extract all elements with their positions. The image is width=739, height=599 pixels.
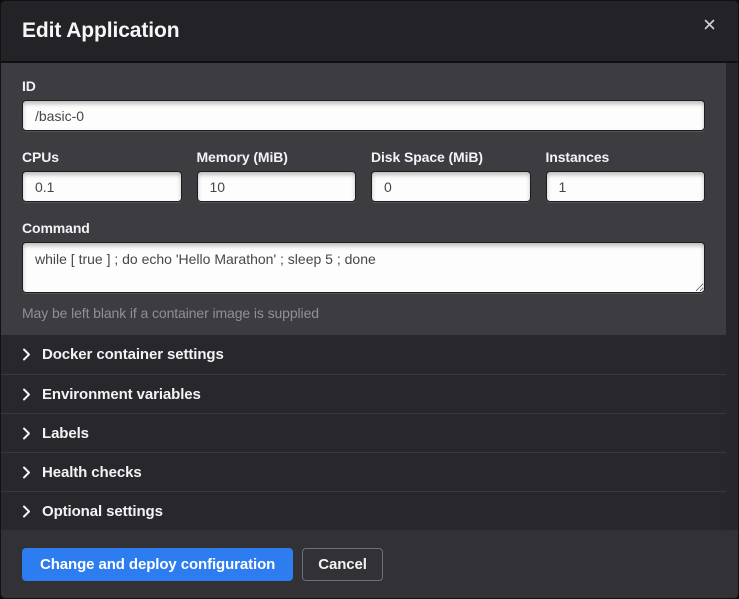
cpus-input[interactable] (22, 171, 182, 202)
section-label: Health checks (42, 464, 142, 481)
memory-input[interactable] (197, 171, 357, 202)
section-label: Docker container settings (42, 346, 224, 363)
command-help-text: May be left blank if a container image i… (22, 305, 705, 321)
accordion-sections: Docker container settings Environment va… (1, 335, 738, 530)
section-health-checks[interactable]: Health checks (1, 452, 738, 491)
section-label: Labels (42, 425, 89, 442)
edit-application-modal: Edit Application ID CPUs Memory (MiB) (0, 0, 739, 599)
modal-body: ID CPUs Memory (MiB) Disk Space (MiB) In (1, 63, 738, 530)
scrollbar-track[interactable] (726, 63, 738, 530)
section-optional-settings[interactable]: Optional settings (1, 491, 738, 530)
chevron-right-icon (22, 427, 31, 440)
memory-field-group: Memory (MiB) (197, 149, 357, 202)
id-field-group: ID (22, 78, 705, 131)
cpus-field-group: CPUs (22, 149, 182, 202)
form-pane: ID CPUs Memory (MiB) Disk Space (MiB) In (1, 63, 738, 335)
id-label: ID (22, 78, 705, 94)
modal-header: Edit Application (1, 1, 738, 63)
cancel-button[interactable]: Cancel (302, 548, 383, 581)
command-label: Command (22, 220, 705, 236)
disk-field-group: Disk Space (MiB) (371, 149, 531, 202)
section-docker-container-settings[interactable]: Docker container settings (1, 335, 738, 374)
chevron-right-icon (22, 505, 31, 518)
modal-footer: Change and deploy configuration Cancel (1, 530, 738, 598)
section-environment-variables[interactable]: Environment variables (1, 374, 738, 413)
instances-field-group: Instances (546, 149, 706, 202)
chevron-right-icon (22, 348, 31, 361)
section-labels[interactable]: Labels (1, 413, 738, 452)
resources-row: CPUs Memory (MiB) Disk Space (MiB) Insta… (22, 149, 705, 202)
id-input[interactable] (22, 100, 705, 131)
command-field-group: Command while [ true ] ; do echo 'Hello … (22, 220, 705, 321)
disk-input[interactable] (371, 171, 531, 202)
chevron-right-icon (22, 466, 31, 479)
section-label: Optional settings (42, 503, 163, 520)
command-textarea[interactable]: while [ true ] ; do echo 'Hello Marathon… (22, 242, 705, 293)
close-button[interactable] (700, 15, 719, 34)
instances-input[interactable] (546, 171, 706, 202)
disk-label: Disk Space (MiB) (371, 149, 531, 165)
section-label: Environment variables (42, 386, 201, 403)
instances-label: Instances (546, 149, 706, 165)
memory-label: Memory (MiB) (197, 149, 357, 165)
change-and-deploy-button[interactable]: Change and deploy configuration (22, 548, 293, 581)
cpus-label: CPUs (22, 149, 182, 165)
chevron-right-icon (22, 388, 31, 401)
close-icon (704, 19, 715, 30)
modal-title: Edit Application (22, 19, 179, 43)
